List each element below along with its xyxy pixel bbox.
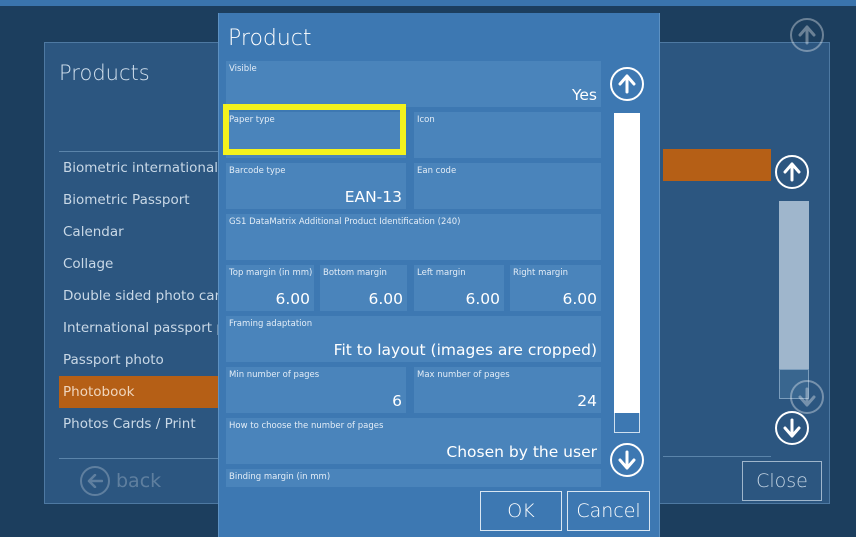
highlight-box xyxy=(223,104,406,155)
cancel-button[interactable]: Cancel xyxy=(567,491,650,531)
field-label: Binding margin (in mm) xyxy=(229,472,331,482)
choose-pages-field[interactable]: How to choose the number of pages Chosen… xyxy=(226,418,601,464)
field-value: 6.00 xyxy=(465,290,500,308)
field-value: Yes xyxy=(571,86,597,104)
top-accent-strip xyxy=(0,0,856,6)
dialog-title: Product xyxy=(228,26,312,51)
max-pages-field[interactable]: Max number of pages 24 xyxy=(414,367,601,413)
barcode-type-field[interactable]: Barcode type EAN-13 xyxy=(226,163,406,209)
back-button[interactable]: back xyxy=(80,466,161,496)
right-list-selected-row[interactable] xyxy=(663,149,771,181)
field-label: Left margin xyxy=(417,268,466,278)
field-value: 6.00 xyxy=(368,290,403,308)
bottom-margin-field[interactable]: Bottom margin 6.00 xyxy=(320,265,407,311)
product-dialog: Product Visible Yes Paper type Icon Barc… xyxy=(218,13,660,537)
ean-code-field[interactable]: Ean code xyxy=(414,163,601,209)
list-scrollbar-track[interactable] xyxy=(779,201,809,369)
field-label: Max number of pages xyxy=(417,370,510,380)
field-label: Icon xyxy=(417,115,435,125)
field-label: Right margin xyxy=(513,268,569,278)
arrow-left-circle-icon xyxy=(80,466,110,496)
field-label: Top margin (in mm) xyxy=(229,268,313,278)
dialog-scrollbar-track[interactable] xyxy=(614,113,640,413)
field-label: Ean code xyxy=(417,166,457,176)
framing-adaptation-field[interactable]: Framing adaptation Fit to layout (images… xyxy=(226,316,601,362)
back-label: back xyxy=(116,470,162,492)
field-value: 6.00 xyxy=(562,290,597,308)
field-label: Min number of pages xyxy=(229,370,320,380)
field-label: GS1 DataMatrix Additional Product Identi… xyxy=(229,217,461,227)
field-value: 24 xyxy=(577,392,597,410)
top-margin-field[interactable]: Top margin (in mm) 6.00 xyxy=(226,265,314,311)
field-label: Visible xyxy=(229,64,257,74)
field-value: 6.00 xyxy=(275,290,310,308)
close-button[interactable]: Close xyxy=(742,461,822,501)
field-value: Fit to layout (images are cropped) xyxy=(333,341,597,359)
field-label: How to choose the number of pages xyxy=(229,421,384,431)
arrow-up-circle-icon[interactable] xyxy=(775,155,809,189)
arrow-down-circle-icon xyxy=(790,380,824,414)
gs1-field[interactable]: GS1 DataMatrix Additional Product Identi… xyxy=(226,214,601,260)
dialog-scrollbar-thumb[interactable] xyxy=(614,413,640,433)
binding-margin-field[interactable]: Binding margin (in mm) xyxy=(226,469,601,487)
left-margin-field[interactable]: Left margin 6.00 xyxy=(414,265,504,311)
arrow-down-circle-icon[interactable] xyxy=(775,411,809,445)
arrow-up-circle-icon[interactable] xyxy=(610,67,644,101)
arrow-down-circle-icon[interactable] xyxy=(610,443,644,477)
field-value: 6 xyxy=(392,392,402,410)
field-value: Chosen by the user xyxy=(446,443,597,461)
field-label: Barcode type xyxy=(229,166,286,176)
field-value: EAN-13 xyxy=(344,188,402,206)
right-margin-field[interactable]: Right margin 6.00 xyxy=(510,265,601,311)
field-label: Bottom margin xyxy=(323,268,387,278)
min-pages-field[interactable]: Min number of pages 6 xyxy=(226,367,406,413)
arrow-up-circle-icon xyxy=(790,18,824,52)
right-list-panel xyxy=(663,149,771,457)
visible-field[interactable]: Visible Yes xyxy=(226,61,601,107)
field-label: Framing adaptation xyxy=(229,319,313,329)
ok-button[interactable]: OK xyxy=(480,491,562,531)
products-title: Products xyxy=(59,61,150,85)
icon-field[interactable]: Icon xyxy=(414,112,601,158)
